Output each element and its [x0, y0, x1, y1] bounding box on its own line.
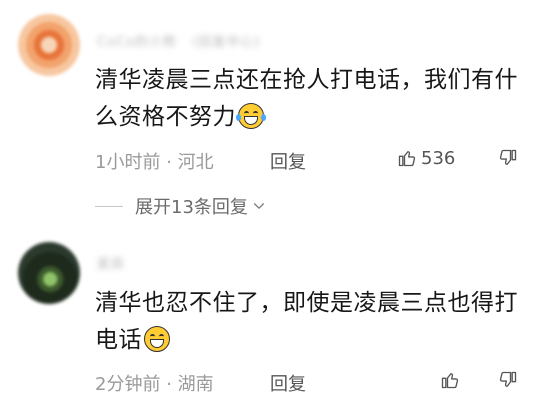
timestamp: 1小时前 [95, 152, 161, 173]
reply-button[interactable]: 回复 [270, 370, 306, 396]
reply-button[interactable]: 回复 [270, 148, 306, 174]
thumbs-down-icon[interactable] [498, 148, 518, 168]
timestamp: 2分钟前 [95, 374, 161, 395]
location: 湖南 [177, 374, 214, 395]
thumbs-down-icon[interactable] [498, 370, 518, 390]
username-text: 星辰 [97, 257, 126, 272]
avatar[interactable] [18, 14, 80, 76]
like-count: 536 [421, 147, 456, 169]
username-text: CoCo的小熊 [97, 35, 178, 50]
meta-separator: · [166, 152, 172, 173]
divider-line [95, 205, 123, 207]
expand-replies-button[interactable]: 展开13条回复 [95, 193, 266, 219]
comment-text: 清华凌晨三点还在抢人打电话，我们有什么资格不努力 [95, 62, 535, 136]
username[interactable]: 星辰 [97, 253, 125, 272]
comment-meta: 1小时前 · 河北 [95, 148, 214, 173]
thumbs-up-icon [441, 373, 459, 389]
laughing-crying-emoji-icon [236, 103, 266, 129]
thumbs-up-icon [398, 151, 416, 167]
meta-separator: · [166, 374, 172, 395]
avatar[interactable] [18, 242, 80, 304]
comment-text: 清华也忍不住了，即使是凌晨三点也得打电话 [95, 285, 535, 359]
expand-replies-label: 展开13条回复 [135, 197, 248, 218]
grinning-emoji-icon [144, 326, 170, 352]
username[interactable]: CoCo的小熊 (回复中心) [97, 31, 261, 50]
chevron-down-icon [253, 203, 264, 209]
location: 河北 [177, 152, 214, 173]
like-button[interactable]: 536 [397, 147, 455, 169]
comment-meta: 2分钟前 · 湖南 [95, 370, 214, 395]
user-badge: (回复中心) [192, 35, 261, 50]
comment-text-body: 清华凌晨三点还在抢人打电话，我们有什么资格不努力 [95, 67, 518, 130]
like-button[interactable] [440, 369, 460, 391]
